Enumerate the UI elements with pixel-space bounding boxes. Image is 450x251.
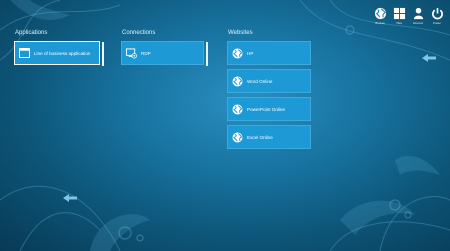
tile-excel-online[interactable]: Excel Online (227, 125, 311, 149)
tile-label: Word Online (247, 78, 273, 84)
browse-label: Browse (375, 21, 385, 25)
web-globe-icon (232, 104, 243, 115)
tile-word-online[interactable]: Word Online (227, 69, 311, 93)
start-screen: Browse Tiles Account Power Applications … (0, 0, 450, 251)
tile-powerpoint-online[interactable]: PowerPoint Online (227, 97, 311, 121)
window-icon (19, 48, 30, 59)
remote-desktop-icon (126, 47, 137, 59)
globe-icon (373, 6, 387, 20)
web-globe-icon (232, 132, 243, 143)
tile-line-of-business-application[interactable]: Line of business application (14, 41, 104, 66)
websites-heading: Websites (228, 30, 253, 36)
scroll-right-arrow-icon[interactable] (421, 53, 437, 63)
tile-label: Excel Online (247, 134, 273, 140)
background-decoration (0, 0, 450, 251)
web-globe-icon (232, 76, 243, 87)
top-toolbar: Browse Tiles Account Power (373, 6, 444, 25)
tile-label: HP (247, 50, 254, 56)
account-button[interactable]: Account (411, 6, 425, 25)
tile-scroll-edge (206, 42, 208, 66)
tile-hp[interactable]: HP (227, 41, 311, 65)
tile-rdp[interactable]: RDP (121, 41, 208, 66)
connections-heading: Connections (122, 30, 156, 36)
scroll-left-arrow-icon[interactable] (62, 193, 78, 203)
tile-scroll-edge (102, 42, 104, 66)
web-globe-icon (232, 48, 243, 59)
applications-heading: Applications (15, 30, 48, 36)
browse-button[interactable]: Browse (373, 6, 387, 25)
tile-label: PowerPoint Online (247, 106, 286, 112)
power-icon (430, 6, 444, 20)
tiles-label: Tiles (396, 21, 402, 25)
account-label: Account (412, 21, 424, 25)
tile-label: Line of business application (34, 50, 91, 56)
power-button[interactable]: Power (430, 6, 444, 25)
tile-label: RDP (141, 50, 151, 56)
user-icon (411, 6, 425, 20)
power-label: Power (433, 21, 441, 25)
tiles-icon (392, 6, 406, 20)
tiles-button[interactable]: Tiles (392, 6, 406, 25)
